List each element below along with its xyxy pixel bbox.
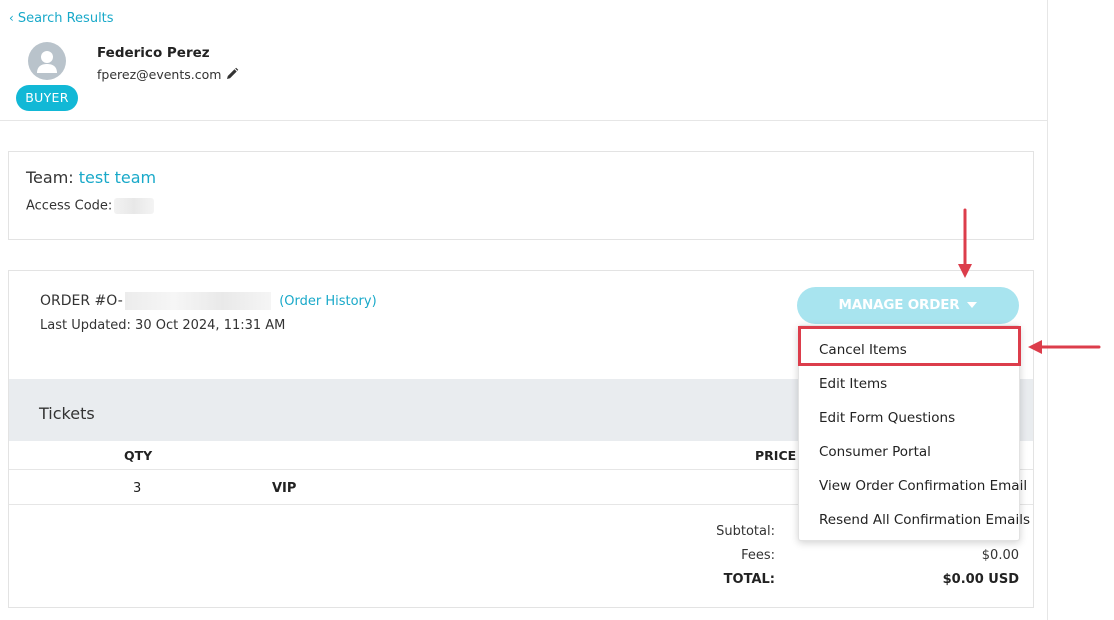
annotation-arrow-down-icon <box>958 208 972 278</box>
chevron-left-icon: ‹ <box>9 11 14 25</box>
user-name: Federico Perez <box>97 45 210 61</box>
user-email: fperez@events.com <box>97 67 222 82</box>
menu-item-view-confirmation-email[interactable]: View Order Confirmation Email <box>819 478 1027 494</box>
redacted-order-id <box>124 292 271 310</box>
total-label: TOTAL: <box>723 572 775 587</box>
menu-item-edit-items[interactable]: Edit Items <box>819 376 887 392</box>
pencil-icon[interactable] <box>225 66 239 80</box>
team-line: Team: test team <box>26 168 156 187</box>
team-label: Team: <box>26 168 74 187</box>
tickets-title: Tickets <box>39 404 95 423</box>
user-silhouette-icon <box>37 51 57 73</box>
caret-down-icon <box>967 302 978 308</box>
order-number-prefix: ORDER #O- <box>40 293 123 309</box>
back-link-label: Search Results <box>17 11 114 26</box>
menu-item-consumer-portal[interactable]: Consumer Portal <box>819 444 931 460</box>
access-code-line: Access Code: <box>26 198 155 214</box>
header-divider <box>0 120 1048 121</box>
order-history-link[interactable]: (Order History) <box>279 294 376 309</box>
fees-label: Fees: <box>741 548 775 563</box>
subtotal-label: Subtotal: <box>716 524 775 539</box>
access-code-label: Access Code: <box>26 198 113 214</box>
menu-item-edit-form-questions[interactable]: Edit Form Questions <box>819 410 955 426</box>
back-to-search-results-link[interactable]: ‹ Search Results <box>9 11 114 26</box>
role-badge: BUYER <box>16 85 78 111</box>
annotation-highlight-box <box>798 326 1021 366</box>
ticket-name: VIP <box>272 481 297 496</box>
menu-item-resend-confirmation-emails[interactable]: Resend All Confirmation Emails <box>819 512 1030 528</box>
avatar <box>28 42 66 80</box>
order-number: ORDER #O- (Order History) <box>40 292 377 310</box>
total-value: $0.00 USD <box>942 572 1019 587</box>
fees-value: $0.00 <box>981 548 1019 563</box>
column-header-qty: QTY <box>124 448 153 463</box>
annotation-arrow-left-icon <box>1028 340 1101 354</box>
team-card: Team: test team Access Code: <box>8 151 1034 240</box>
last-updated: Last Updated: 30 Oct 2024, 11:31 AM <box>40 318 286 333</box>
redacted-access-code <box>114 198 155 214</box>
team-name-link[interactable]: test team <box>79 168 156 187</box>
ticket-qty: 3 <box>133 481 142 496</box>
manage-order-button[interactable]: MANAGE ORDER <box>797 287 1019 324</box>
manage-order-label: MANAGE ORDER <box>838 297 960 313</box>
